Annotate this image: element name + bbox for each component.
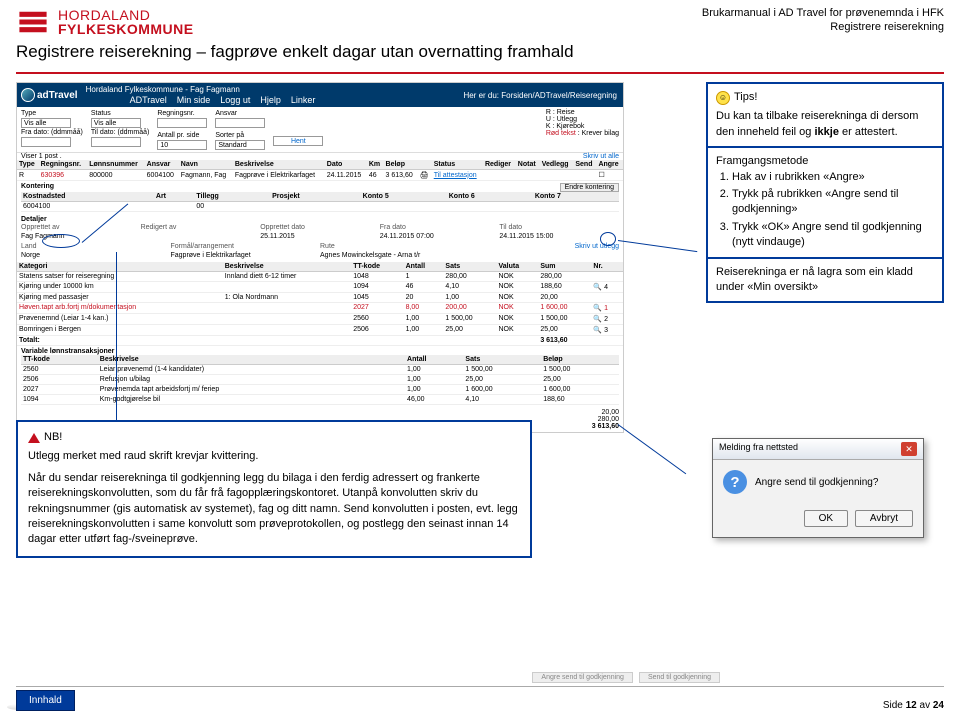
detaljer-block: Detaljer Opprettet avFag Fagmann Rediger… bbox=[17, 214, 623, 261]
variable-block: Variable lønnstransaksjoner TT-kodeBeskr… bbox=[17, 346, 623, 407]
ansv-label: Ansvar bbox=[215, 109, 265, 118]
logo-line2: FYLKESKOMMUNE bbox=[58, 22, 194, 36]
til-input[interactable] bbox=[91, 137, 141, 147]
antall-input[interactable]: 10 bbox=[157, 140, 207, 150]
tips-title: Tips! bbox=[734, 90, 757, 105]
nb-title: NB! bbox=[44, 430, 62, 445]
print-icon[interactable]: 🖨 bbox=[418, 170, 432, 181]
app-screenshot: adTravel Hordaland Fylkeskommune - Fag F… bbox=[16, 82, 624, 433]
table-header-row: TypeRegningsnr.Lønnsnummer AnsvarNavnBes… bbox=[17, 160, 623, 170]
sorter-select[interactable]: Standard bbox=[215, 140, 265, 150]
nav-minside[interactable]: Min side bbox=[177, 95, 211, 105]
manual-line1: Brukarmanual i AD Travel for prøvenemnda… bbox=[702, 6, 944, 20]
type-label: Type bbox=[21, 109, 83, 118]
ansv-input[interactable] bbox=[215, 118, 265, 128]
detaljer-title: Detaljer bbox=[21, 216, 47, 223]
app-nav: ADTravel Min side Logg ut Hjelp Linker bbox=[130, 95, 316, 105]
logo-text: HORDALAND FYLKESKOMMUNE bbox=[58, 8, 194, 36]
endre-kontering-button[interactable]: Endre kontering bbox=[560, 183, 619, 192]
footer-app-buttons: Angre send til godkjenning Send til godk… bbox=[532, 672, 720, 683]
kontering-block: Kontering Endre kontering KostnadstedArt… bbox=[17, 181, 623, 214]
fra-input[interactable] bbox=[21, 137, 71, 147]
question-icon: ? bbox=[723, 470, 747, 494]
page-header: HORDALAND FYLKESKOMMUNE Brukarmanual i A… bbox=[0, 0, 960, 66]
nav-loggut[interactable]: Logg ut bbox=[220, 95, 250, 105]
tips-result: Reiserekninga er nå lagra som ein kladd … bbox=[716, 265, 934, 296]
tips-step-3: Trykk «OK» Angre send til godkjenning (n… bbox=[732, 220, 934, 251]
warning-icon bbox=[28, 433, 40, 443]
smile-icon: ☺ bbox=[716, 91, 730, 105]
app-logo: adTravel bbox=[21, 88, 78, 102]
breadcrumb: Her er du: Forsiden/ADTravel/Reiseregnin… bbox=[463, 91, 617, 100]
nb-box: NB! Utlegg merket med raud skrift krevja… bbox=[16, 420, 532, 558]
angre-send-button[interactable]: Angre send til godkjenning bbox=[532, 672, 633, 683]
callout-circle-regnr bbox=[42, 234, 80, 248]
status-label: Status bbox=[91, 109, 149, 118]
app-org: Hordaland Fylkeskommune - Fag Fagmann bbox=[86, 85, 316, 94]
manual-title: Brukarmanual i AD Travel for prøvenemnda… bbox=[702, 6, 944, 35]
angre-checkbox[interactable]: ☐ bbox=[596, 170, 623, 181]
callout-circle-angre bbox=[600, 232, 616, 246]
type-select[interactable]: Vis alle bbox=[21, 118, 71, 128]
regnr-label: Regningsnr. bbox=[157, 109, 207, 118]
footer-separator bbox=[16, 686, 944, 687]
skriv-ut-alle-link[interactable]: Skriv ut alle bbox=[583, 153, 619, 160]
ok-button[interactable]: OK bbox=[804, 510, 848, 527]
nb-line1: Utlegg merket med raud skrift krevjar kv… bbox=[28, 449, 520, 464]
hent-button[interactable]: Hent bbox=[273, 136, 323, 146]
til-label: Til dato: (ddmmåå) bbox=[91, 128, 149, 137]
tips-box: ☺Tips! Du kan ta tilbake reiserekninga d… bbox=[706, 82, 944, 303]
adtravel-icon bbox=[21, 88, 35, 102]
cancel-button[interactable]: Avbryt bbox=[855, 510, 913, 527]
tips-method: Framgangsmetode bbox=[716, 154, 934, 169]
kategori-table: KategoriBeskrivelseTT-kodeAntallSatsValu… bbox=[17, 262, 623, 346]
antall-label: Antall pr. side bbox=[157, 131, 207, 140]
main-table: TypeRegningsnr.Lønnsnummer AnsvarNavnBes… bbox=[17, 160, 623, 181]
confirm-dialog: Melding fra nettsted ✕ ? Angre send til … bbox=[712, 438, 924, 538]
page-footer: Innhald Side 12 av 24 bbox=[16, 690, 944, 711]
tips-step-2: Trykk på rubrikken «Angre send til godkj… bbox=[732, 187, 934, 218]
page-title: Registrere reiserekning – fagprøve enkel… bbox=[16, 42, 944, 62]
nav-linker[interactable]: Linker bbox=[291, 95, 316, 105]
hfk-logo-icon bbox=[16, 8, 50, 36]
nav-adtravel[interactable]: ADTravel bbox=[130, 95, 167, 105]
sorter-label: Sorter på bbox=[215, 131, 265, 140]
status-select[interactable]: Vis alle bbox=[91, 118, 141, 128]
send-godkjenning-button[interactable]: Send til godkjenning bbox=[639, 672, 720, 683]
close-icon[interactable]: ✕ bbox=[901, 442, 917, 456]
callout-line-3 bbox=[618, 424, 687, 474]
innhald-button[interactable]: Innhald bbox=[16, 690, 75, 711]
app-logo-text: adTravel bbox=[37, 90, 78, 101]
nb-para: Når du sendar reiserekninga til godkjenn… bbox=[28, 471, 520, 548]
viser-label: Viser 1 post . bbox=[21, 153, 62, 160]
dialog-title: Melding fra nettsted bbox=[719, 442, 798, 456]
legend: R : Reise U : Utlegg K : Kjørebok Rød te… bbox=[546, 109, 619, 150]
kontering-title: Kontering bbox=[21, 183, 54, 192]
fra-label: Fra dato: (ddmmåå) bbox=[21, 128, 83, 137]
filter-row: Type Vis alle Fra dato: (ddmmåå) Status … bbox=[17, 107, 623, 153]
app-header: adTravel Hordaland Fylkeskommune - Fag F… bbox=[17, 83, 623, 107]
regnr-input[interactable] bbox=[157, 118, 207, 128]
table-row: R630396800000 6004100Fagmann, FagFagprøv… bbox=[17, 170, 623, 181]
page-number: Side 12 av 24 bbox=[883, 700, 944, 711]
tips-step-1: Hak av i rubrikken «Angre» bbox=[732, 170, 934, 185]
manual-line2: Registrere reiserekning bbox=[702, 20, 944, 34]
callout-line-2 bbox=[618, 240, 697, 252]
status-link[interactable]: Til attestasjon bbox=[432, 170, 483, 181]
dialog-message: Angre send til godkjenning? bbox=[755, 477, 878, 488]
nav-hjelp[interactable]: Hjelp bbox=[260, 95, 281, 105]
variable-title: Variable lønnstransaksjoner bbox=[21, 348, 114, 355]
